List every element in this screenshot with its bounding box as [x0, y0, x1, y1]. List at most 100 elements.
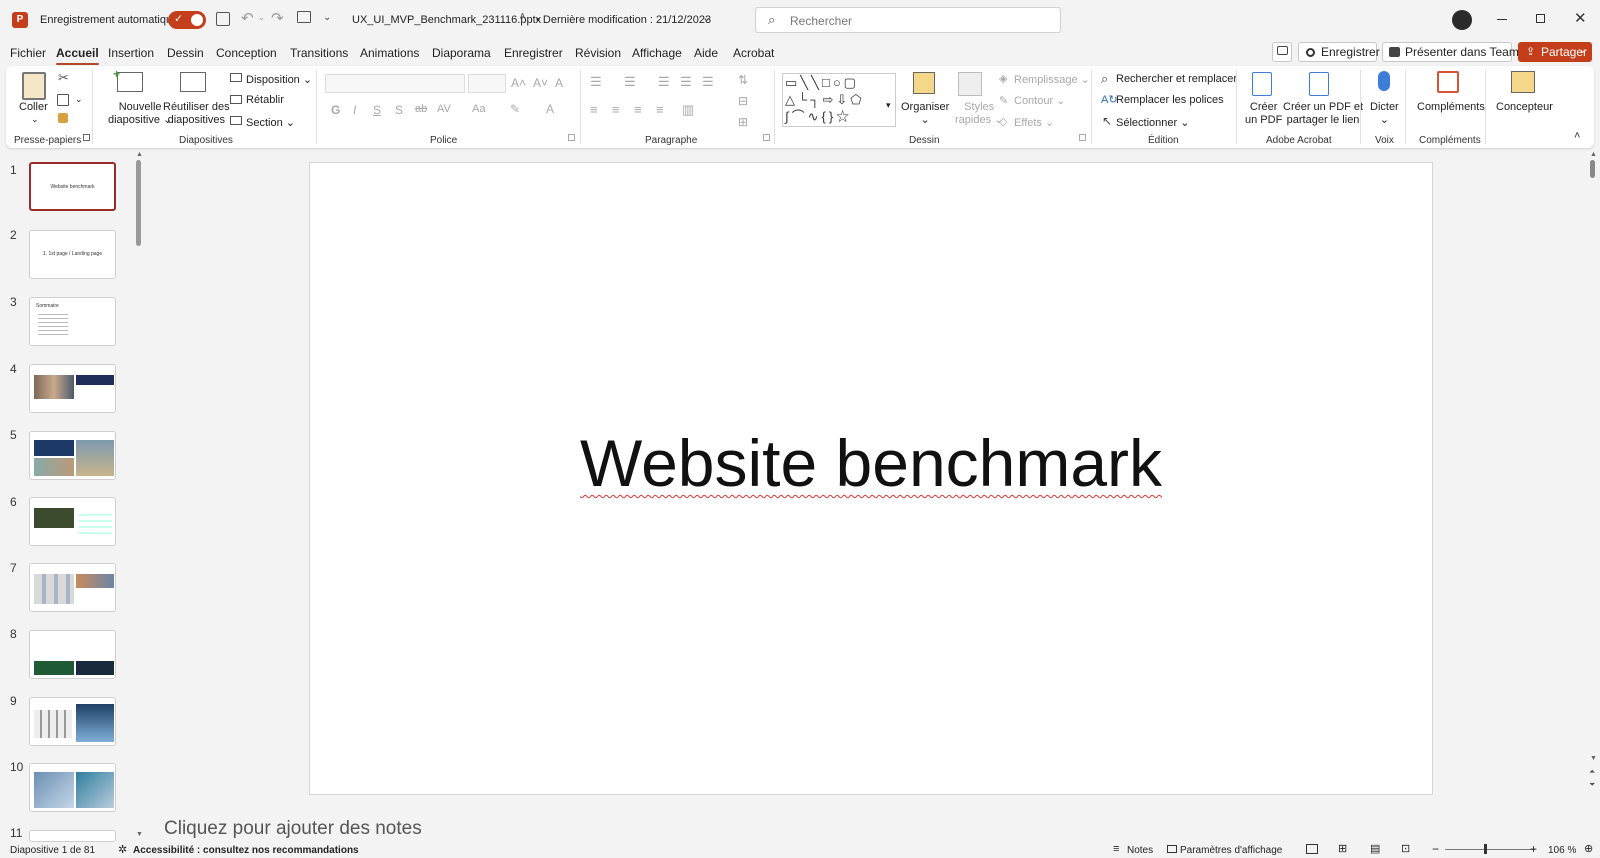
- search-input[interactable]: Rechercher: [790, 14, 852, 28]
- justify-icon[interactable]: ≡: [656, 102, 664, 117]
- record-button[interactable]: Enregistrer: [1298, 42, 1380, 62]
- create-pdf-button[interactable]: Créer un PDF: [1245, 101, 1282, 127]
- shadow-icon[interactable]: S: [395, 103, 403, 117]
- reuse-slides-button[interactable]: Réutiliser des diapositives: [163, 101, 230, 127]
- smartart-icon[interactable]: ⊞: [738, 115, 748, 129]
- rounded-rect-icon[interactable]: ▢: [844, 75, 859, 90]
- clear-formatting-icon[interactable]: A: [555, 76, 563, 90]
- next-slide-icon[interactable]: ⏷: [1589, 780, 1595, 790]
- gallery-more-icon[interactable]: ▾: [886, 100, 891, 111]
- char-spacing-icon[interactable]: AV: [437, 103, 451, 115]
- scroll-up-icon[interactable]: ▲: [136, 151, 143, 158]
- increase-indent-icon[interactable]: ☰: [680, 74, 692, 90]
- chevron-down-icon[interactable]: ⌄: [75, 94, 83, 105]
- copy-icon[interactable]: [57, 94, 69, 106]
- pentagon-icon[interactable]: ⬠: [850, 92, 864, 107]
- slide-thumbnail-10[interactable]: [29, 763, 116, 812]
- notes-button[interactable]: Notes: [1127, 845, 1153, 856]
- underline-icon[interactable]: S: [373, 103, 381, 117]
- arrange-button[interactable]: Organiser ⌄: [901, 101, 949, 127]
- down-arrow-icon[interactable]: ⇩: [836, 92, 850, 107]
- oval-shape-icon[interactable]: ○: [833, 75, 844, 90]
- layout-button[interactable]: Disposition ⌄: [246, 73, 312, 86]
- tab-revision[interactable]: Révision: [575, 46, 621, 60]
- tab-animations[interactable]: Animations: [360, 46, 419, 60]
- line-spacing-icon[interactable]: ☰: [702, 74, 714, 90]
- slide-title-text[interactable]: Website benchmark: [580, 426, 1162, 500]
- slide-thumbnail-1[interactable]: Website benchmark: [29, 162, 116, 211]
- create-share-pdf-button[interactable]: Créer un PDF et partager le lien: [1283, 101, 1363, 127]
- quick-styles-button[interactable]: Styles rapides ⌄: [955, 101, 1003, 127]
- accessibility-status[interactable]: Accessibilité : consultez nos recommanda…: [133, 845, 359, 856]
- present-in-teams-button[interactable]: Présenter dans Teams: [1382, 42, 1525, 62]
- shape-effects-button[interactable]: Effets ⌄: [1014, 116, 1054, 129]
- reading-view-icon[interactable]: ▤: [1370, 842, 1380, 855]
- slide-thumbnail-11[interactable]: [29, 830, 116, 842]
- previous-slide-icon[interactable]: ⏶: [1589, 767, 1595, 777]
- elbow-icon[interactable]: ┐: [810, 92, 822, 107]
- bold-icon[interactable]: G: [331, 103, 340, 117]
- undo-icon[interactable]: ↶: [241, 9, 254, 27]
- thumb-scrollbar[interactable]: [136, 160, 141, 246]
- shape-fill-button[interactable]: Remplissage ⌄: [1014, 73, 1090, 86]
- tab-insertion[interactable]: Insertion: [108, 46, 154, 60]
- zoom-slider[interactable]: [1445, 849, 1535, 850]
- font-size-select[interactable]: [468, 74, 506, 93]
- dialog-launcher-icon[interactable]: [1079, 134, 1086, 141]
- chevron-down-icon[interactable]: ⌄: [702, 11, 711, 24]
- search-box[interactable]: ⌕ Rechercher: [755, 7, 1061, 33]
- minimize-icon[interactable]: [1497, 19, 1507, 20]
- save-icon[interactable]: [216, 12, 230, 26]
- connector-icon[interactable]: └: [798, 92, 810, 107]
- display-settings-button[interactable]: Paramètres d'affichage: [1180, 845, 1282, 856]
- font-color-icon[interactable]: A: [546, 102, 554, 116]
- align-center-icon[interactable]: ≡: [612, 102, 620, 117]
- decrease-indent-icon[interactable]: ☰: [658, 74, 670, 90]
- slide-thumbnail-3[interactable]: Sommaire: [29, 297, 116, 346]
- avatar[interactable]: [1452, 10, 1472, 30]
- zoom-slider-thumb[interactable]: [1484, 844, 1487, 854]
- strikethrough-icon[interactable]: ab: [415, 103, 427, 115]
- textbox-shape-icon[interactable]: ▭: [785, 75, 800, 90]
- tab-affichage[interactable]: Affichage: [632, 46, 682, 60]
- tab-conception[interactable]: Conception: [216, 46, 277, 60]
- tab-fichier[interactable]: Fichier: [10, 46, 46, 60]
- slide-thumbnail-9[interactable]: [29, 697, 116, 746]
- notes-placeholder[interactable]: Cliquez pour ajouter des notes: [164, 818, 422, 839]
- dialog-launcher-icon[interactable]: [83, 134, 90, 141]
- tab-acrobat[interactable]: Acrobat: [733, 46, 774, 60]
- redo-icon[interactable]: ↷: [271, 9, 284, 27]
- star-icon[interactable]: ☆: [836, 109, 852, 124]
- normal-view-icon[interactable]: [1306, 844, 1318, 854]
- close-icon[interactable]: ✕: [1574, 9, 1587, 27]
- grow-font-icon[interactable]: A˄: [511, 76, 526, 90]
- shape-outline-button[interactable]: Contour ⌄: [1014, 94, 1065, 107]
- replace-fonts-button[interactable]: Remplacer les polices: [1116, 94, 1224, 106]
- slideshow-icon[interactable]: ⊡: [1401, 842, 1410, 855]
- zoom-out-icon[interactable]: −: [1432, 842, 1439, 856]
- paste-button[interactable]: Coller: [19, 101, 48, 114]
- tab-diaporama[interactable]: Diaporama: [432, 46, 491, 60]
- present-icon[interactable]: [297, 11, 311, 23]
- format-painter-icon[interactable]: [58, 113, 68, 123]
- file-name[interactable]: UX_UI_MVP_Benchmark_231116.pptx: [352, 14, 541, 26]
- comments-button[interactable]: [1272, 42, 1292, 62]
- undo-dropdown-icon[interactable]: ⌄: [258, 13, 265, 22]
- columns-icon[interactable]: ▥: [682, 102, 694, 118]
- dialog-launcher-icon[interactable]: [568, 134, 575, 141]
- slide-thumbnail-6[interactable]: [29, 497, 116, 546]
- tab-accueil[interactable]: Accueil: [56, 46, 99, 65]
- dictate-button[interactable]: Dicter ⌄: [1370, 101, 1399, 127]
- rectangle-shape-icon[interactable]: □: [822, 75, 833, 90]
- share-button[interactable]: ⇪ Partager ⌄: [1518, 42, 1592, 62]
- slide-thumbnail-8[interactable]: [29, 630, 116, 679]
- font-family-select[interactable]: [325, 74, 465, 93]
- scroll-down-icon[interactable]: ▼: [136, 831, 143, 838]
- restore-icon[interactable]: [1536, 14, 1545, 23]
- slide-thumbnail-2[interactable]: 1. 1st page / Landing page: [29, 230, 116, 279]
- bullets-icon[interactable]: ☰: [590, 74, 602, 90]
- cut-icon[interactable]: ✂: [58, 70, 69, 86]
- slide-title[interactable]: Website benchmark: [310, 425, 1432, 501]
- designer-button[interactable]: Concepteur: [1496, 101, 1553, 114]
- triangle-shape-icon[interactable]: △: [785, 92, 798, 107]
